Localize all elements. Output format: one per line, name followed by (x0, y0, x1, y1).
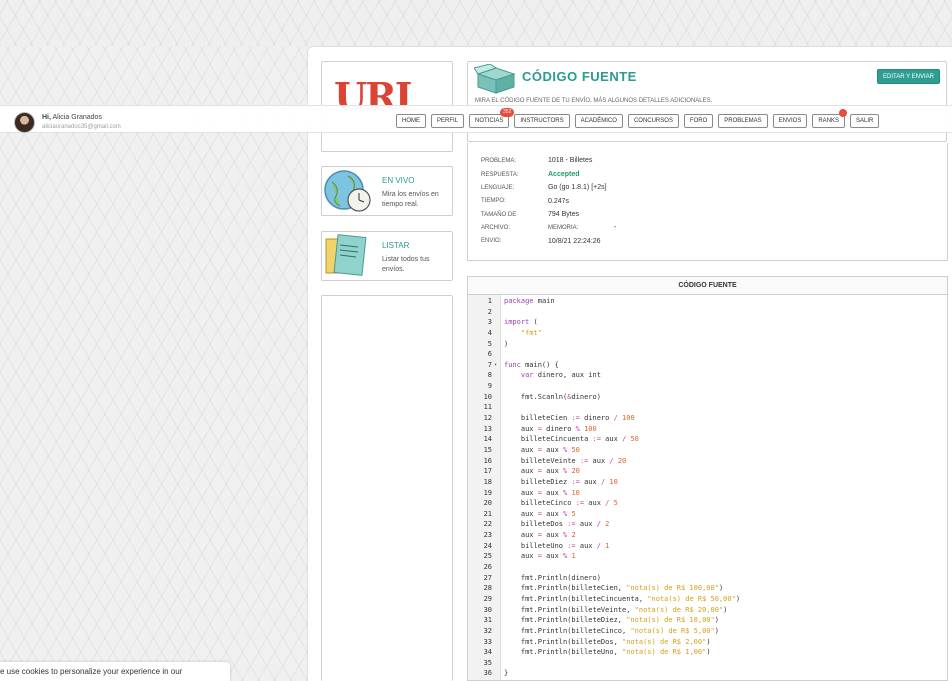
code-line: 1 package main (487, 297, 555, 305)
greeting-word: Hi, (42, 114, 51, 121)
submission-value: 10/8/21 22:24:26 (548, 238, 601, 245)
user-email: aliciaoranados35@gmail.com (42, 124, 121, 130)
memory-label: MEMORIA: (548, 225, 579, 231)
code-line: 33 fmt.Println(billeteDos, "nota(s) de R… (483, 637, 711, 646)
list-card[interactable]: LISTAR Listar todos tus envíos. (321, 231, 453, 281)
fold-arrow-icon[interactable]: ▾ (494, 360, 497, 371)
edit-and-submit-button[interactable]: EDITAR Y ENVIAR (876, 69, 940, 84)
left-decorative-background (0, 0, 307, 681)
code-line: 15 aux = aux % 50 (483, 445, 580, 454)
avatar[interactable] (14, 112, 35, 133)
nav-instructors[interactable]: INSTRUCTORS (514, 114, 570, 128)
code-line: 5) (487, 339, 509, 348)
nav-noticias[interactable]: NOTICIAS 352 (469, 108, 515, 128)
code-line: 22 billeteDos := aux / 2 (483, 520, 610, 529)
code-line: 26 (483, 563, 492, 572)
top-bar: Hi, Alicia Granados aliciaoranados35@gma… (0, 105, 952, 133)
code-line: 21 aux = aux % 5 (483, 509, 576, 518)
code-line: 12 billeteCien := dinero / 100 (483, 414, 635, 423)
code-line: 24 billeteUno := aux / 1 (483, 541, 610, 550)
nav-problemas[interactable]: PROBLEMAS (718, 114, 768, 128)
code-line: 36} (483, 669, 509, 678)
code-line: 11 (483, 403, 492, 412)
notification-dot (839, 109, 848, 117)
nav-home[interactable]: HOME (396, 114, 426, 128)
page-subtitle: MIRA EL CÓDIGO FUENTE DE TU ENVÍO, MÁS A… (475, 98, 713, 104)
code-line: 6 (487, 350, 492, 359)
code-line: 31 fmt.Println(billeteDiez, "nota(s) de … (483, 616, 719, 625)
user-name: Alicia Granados (52, 114, 102, 121)
code-line: 8 var dinero, aux int (487, 371, 601, 380)
memory-value: - (614, 224, 617, 231)
code-line: 20 billeteCinco := aux / 5 (483, 499, 618, 508)
submission-info: PROBLEMA: 1018 - Billetes RESPUESTA: Acc… (467, 143, 948, 261)
code-line: 4 "fmt" (487, 328, 542, 337)
user-greeting: Hi, Alicia Granados (42, 114, 102, 121)
nav-foro[interactable]: FORO (683, 114, 714, 128)
nav-academico[interactable]: ACADÉMICO (574, 114, 623, 128)
code-line: 28 fmt.Println(billeteCien, "nota(s) de … (483, 584, 724, 593)
size-label: TAMAÑO DE (481, 212, 517, 218)
code-line: 32 fmt.Println(billeteCinco, "nota(s) de… (483, 626, 719, 635)
live-card[interactable]: EN VIVO Mira los envíos en tiempo real. (321, 166, 453, 216)
code-lines[interactable]: 1 package main 2 3 import ( 4 "fmt" 5) 6 7… (468, 296, 947, 679)
code-line: 2 (487, 307, 492, 316)
nav-perfil[interactable]: PERFIL (431, 114, 465, 128)
time-label: TIEMPO: (481, 198, 506, 204)
code-line: 29 fmt.Println(billeteCincuenta, "nota(s… (483, 594, 741, 603)
nav-ranks-label: RANKS (818, 118, 840, 124)
code-line: 19 aux = aux % 10 (483, 488, 580, 497)
code-line: 30 fmt.Println(billeteVeinte, "nota(s) d… (483, 605, 728, 614)
top-decorative-background (0, 0, 952, 46)
live-title[interactable]: EN VIVO (382, 176, 414, 185)
time-value: 0.247s (548, 198, 570, 205)
page-title: CÓDIGO FUENTE (522, 69, 637, 84)
answer-value: Accepted (548, 171, 580, 178)
code-line: 23 aux = aux % 2 (483, 531, 576, 540)
code-line: 34 fmt.Println(billeteUno, "nota(s) de R… (483, 648, 711, 657)
sidebar-empty-panel (321, 295, 453, 681)
code-line: 35 (483, 658, 492, 667)
code-line: 10 fmt.Scanln(&dinero) (483, 392, 601, 401)
main-nav: HOME PERFIL NOTICIAS 352 INSTRUCTORS ACA… (396, 108, 880, 128)
code-line: 27 fmt.Println(dinero) (483, 573, 601, 582)
code-heading: CÓDIGO FUENTE (468, 277, 947, 295)
language-label: LENGUAJE: (481, 185, 515, 191)
documents-icon (325, 234, 367, 276)
source-code-panel: CÓDIGO FUENTE 1 package main 2 3 import ( … (467, 276, 948, 681)
live-description: Mira los envíos en tiempo real. (382, 191, 439, 208)
code-line: 17 aux = aux % 20 (483, 467, 580, 476)
list-title[interactable]: LISTAR (382, 241, 409, 250)
code-line: 18 billeteDiez := aux / 10 (483, 477, 618, 486)
nav-salir[interactable]: SALIR (850, 114, 880, 128)
code-line: 16 billeteVeinte := aux / 20 (483, 456, 627, 465)
language-value: Go (go 1.8.1) [+2s] (548, 184, 607, 191)
nav-envios[interactable]: ENVIOS (772, 114, 808, 128)
nav-noticias-label: NOTICIAS (475, 118, 504, 124)
problem-value[interactable]: 1018 - Billetes (548, 157, 592, 164)
list-description: Listar todos tus envíos. (382, 256, 430, 273)
nav-concursos[interactable]: CONCURSOS (627, 114, 679, 128)
cookie-banner: e use cookies to personalize your experi… (0, 662, 230, 681)
globe-clock-icon (324, 170, 371, 212)
submission-label: ENVIO: (481, 238, 502, 244)
size-value: 794 Bytes (548, 211, 580, 218)
news-count-badge: 352 (500, 108, 515, 117)
code-line: 7 ▾ func main() { (487, 360, 559, 371)
code-line: 3 import ( (487, 318, 538, 327)
nav-ranks[interactable]: RANKS (812, 109, 848, 128)
code-line: 14 billeteCincuenta := aux / 50 (483, 435, 639, 444)
open-box-icon (474, 64, 516, 94)
code-line: 25 aux = aux % 1 (483, 552, 576, 561)
problem-label: PROBLEMA: (481, 158, 517, 164)
answer-label: RESPUESTA: (481, 172, 519, 178)
file-label: ARCHIVO: (481, 225, 511, 231)
code-line: 9 (487, 382, 492, 391)
code-line: 13 aux = dinero % 100 (483, 424, 597, 433)
